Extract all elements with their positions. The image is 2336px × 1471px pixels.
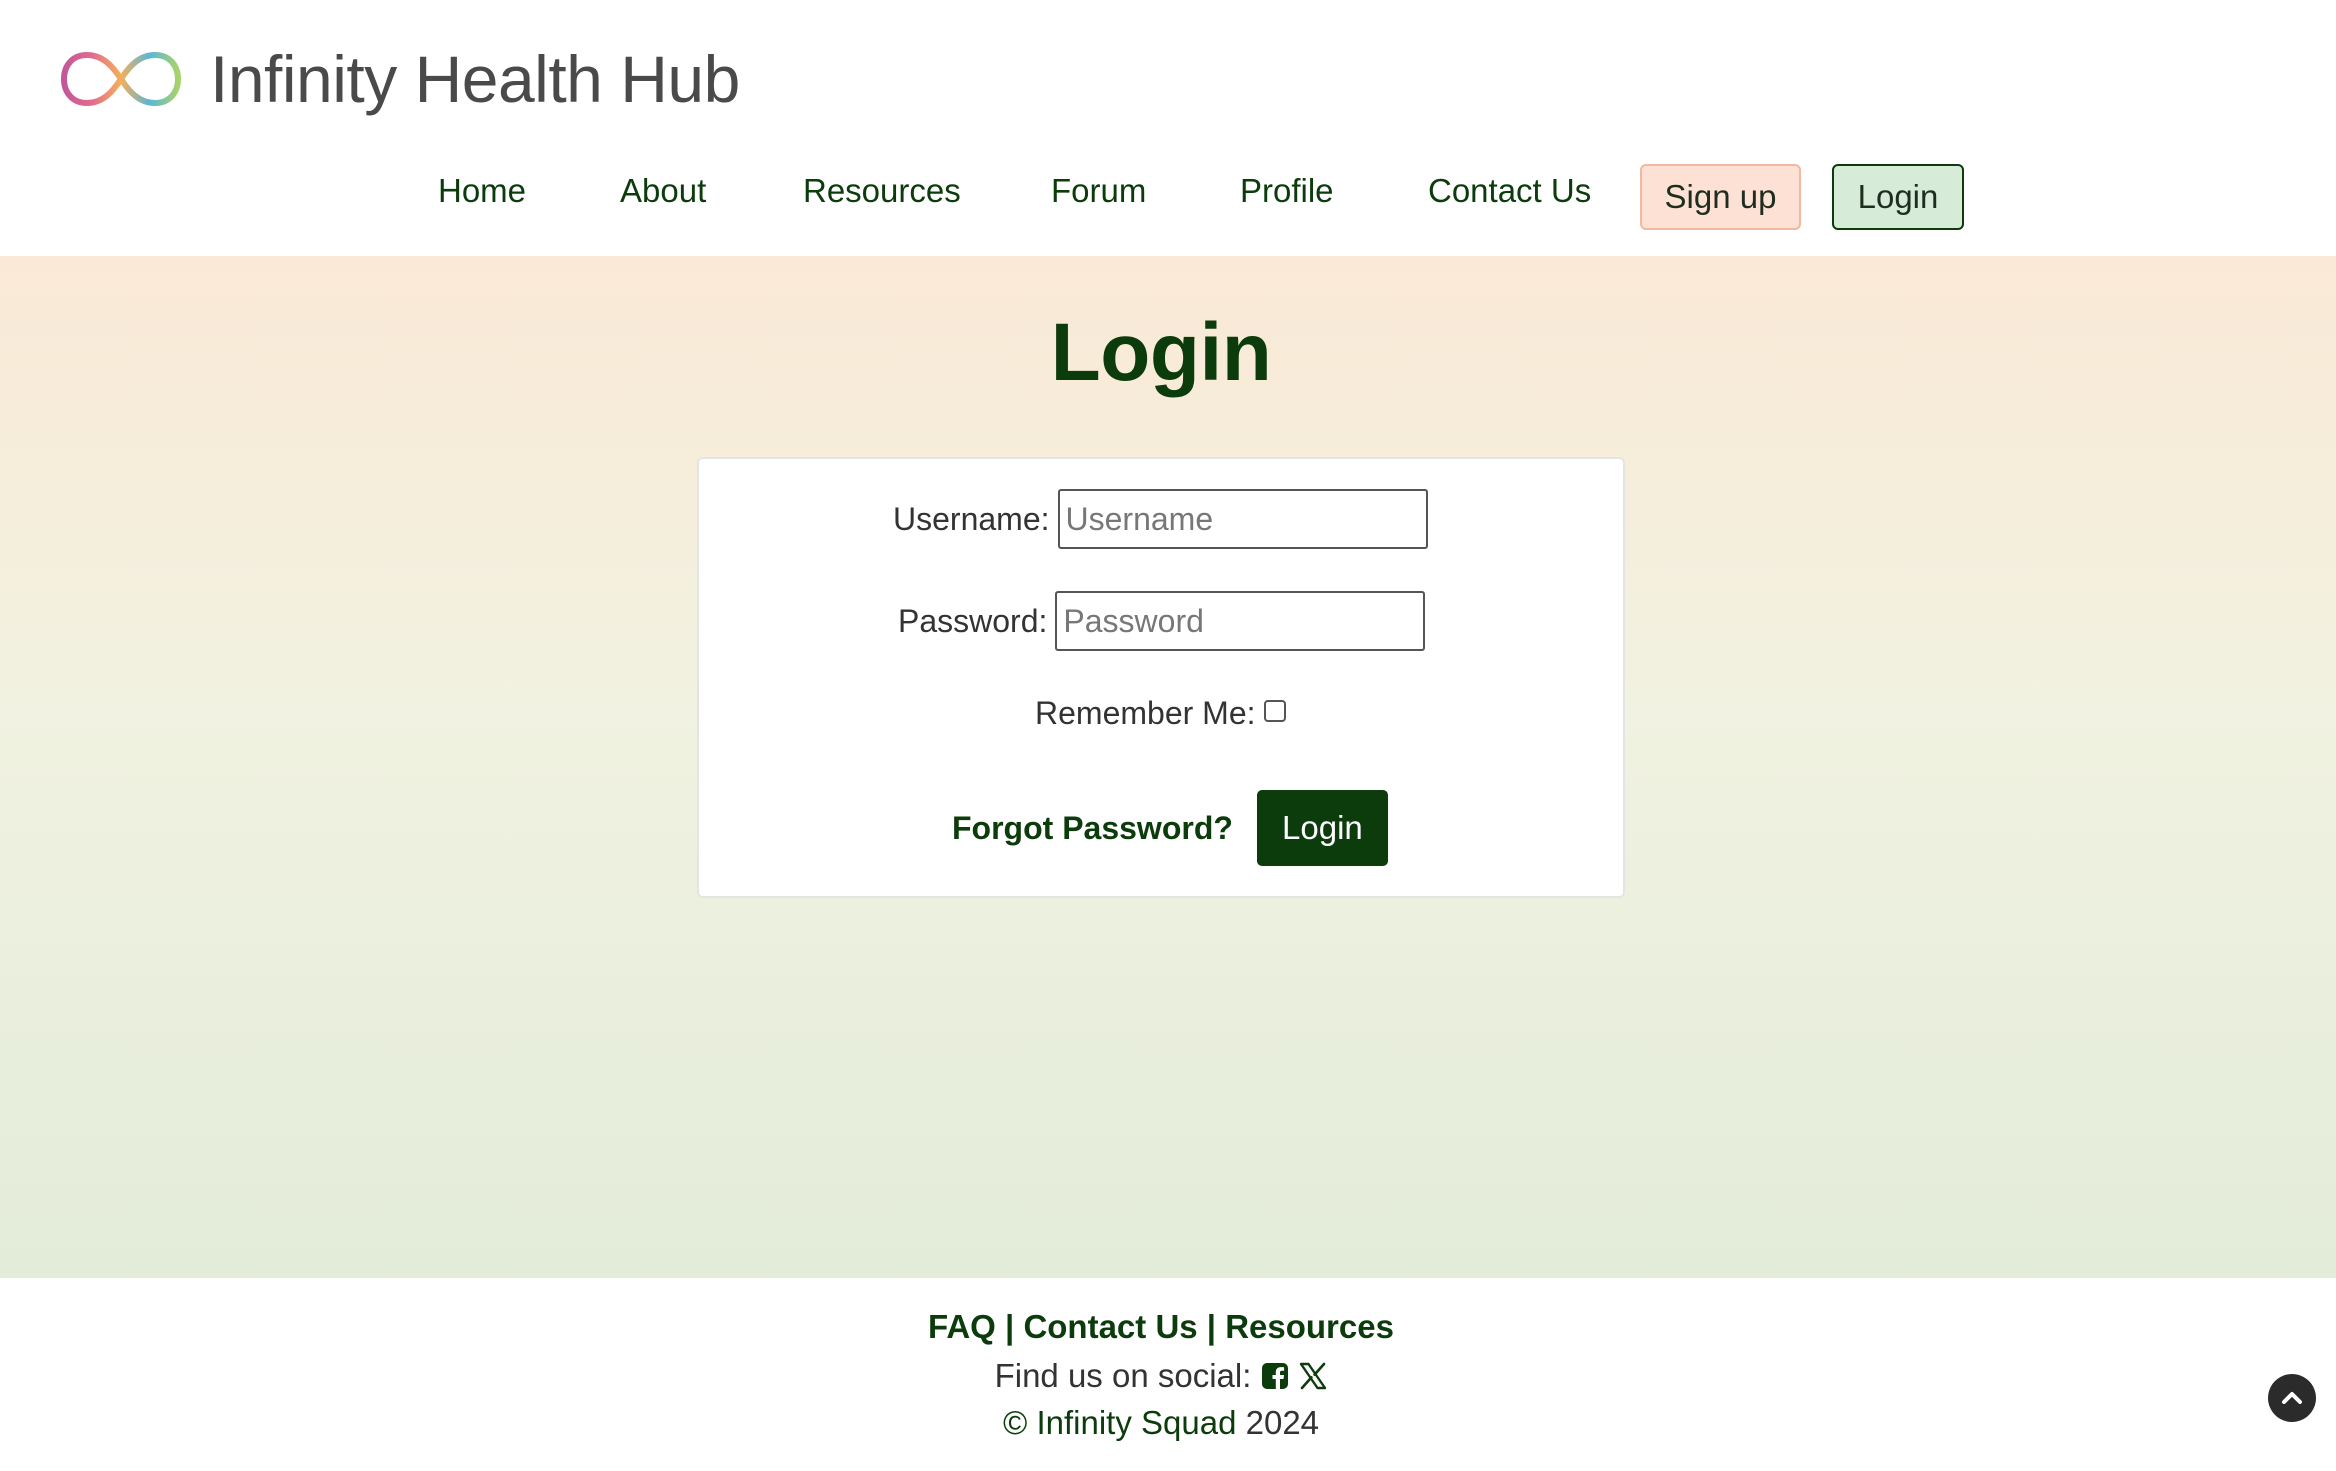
nav-resources[interactable]: Resources bbox=[803, 172, 961, 210]
nav-profile[interactable]: Profile bbox=[1240, 172, 1334, 210]
password-row: Password: bbox=[898, 591, 1426, 651]
username-row: Username: bbox=[893, 489, 1428, 549]
page-title: Login bbox=[1050, 307, 1272, 398]
copyright-year: 2024 bbox=[1245, 1404, 1320, 1441]
chevron-up-icon bbox=[2279, 1385, 2305, 1411]
main-content: Login Username: Password: Remember Me: F… bbox=[0, 256, 2336, 1278]
site-header: Infinity Health Hub Home About Resources… bbox=[0, 0, 2336, 256]
x-icon[interactable] bbox=[1299, 1362, 1327, 1390]
social-label: Find us on social: bbox=[994, 1357, 1252, 1394]
facebook-icon[interactable] bbox=[1261, 1362, 1289, 1390]
remember-row: Remember Me: bbox=[1035, 695, 1286, 732]
copyright-name: Infinity Squad bbox=[1036, 1404, 1237, 1441]
password-label: Password: bbox=[898, 602, 1048, 639]
footer-social: Find us on social: bbox=[0, 1357, 2322, 1395]
nav-home[interactable]: Home bbox=[438, 172, 526, 210]
copyright: © Infinity Squad 2024 bbox=[0, 1404, 2322, 1442]
footer-link-faq[interactable]: FAQ bbox=[928, 1308, 996, 1345]
copyright-symbol: © bbox=[1002, 1404, 1028, 1441]
footer-link-contact-us[interactable]: Contact Us bbox=[1023, 1308, 1197, 1345]
footer-separator: | bbox=[1005, 1308, 1015, 1345]
nav-forum[interactable]: Forum bbox=[1051, 172, 1146, 210]
main-nav: Home About Resources Forum Profile Conta… bbox=[0, 162, 2336, 234]
signup-button[interactable]: Sign up bbox=[1640, 164, 1801, 230]
footer-separator: | bbox=[1206, 1308, 1217, 1345]
login-form: Username: Password: Remember Me: Forgot … bbox=[697, 457, 1625, 898]
scroll-to-top-button[interactable] bbox=[2268, 1374, 2316, 1422]
remember-me-label: Remember Me: bbox=[1035, 695, 1256, 731]
username-label: Username: bbox=[893, 500, 1050, 537]
footer-link-resources[interactable]: Resources bbox=[1225, 1308, 1394, 1345]
brand[interactable]: Infinity Health Hub bbox=[60, 34, 740, 124]
remember-me-checkbox[interactable] bbox=[1263, 699, 1286, 722]
site-title: Infinity Health Hub bbox=[210, 42, 740, 116]
forgot-password-link[interactable]: Forgot Password? bbox=[952, 810, 1233, 847]
nav-contact-us[interactable]: Contact Us bbox=[1428, 172, 1591, 210]
actions-row: Forgot Password? Login bbox=[952, 790, 1388, 866]
footer-links: FAQ | Contact Us | Resources bbox=[0, 1308, 2322, 1346]
nav-about[interactable]: About bbox=[620, 172, 706, 210]
site-footer: FAQ | Contact Us | Resources Find us on … bbox=[0, 1278, 2336, 1471]
username-input[interactable] bbox=[1057, 489, 1428, 549]
infinity-logo-icon bbox=[60, 49, 182, 109]
login-submit-button[interactable]: Login bbox=[1256, 790, 1388, 866]
nav-login-button[interactable]: Login bbox=[1832, 164, 1964, 230]
password-input[interactable] bbox=[1055, 591, 1426, 651]
